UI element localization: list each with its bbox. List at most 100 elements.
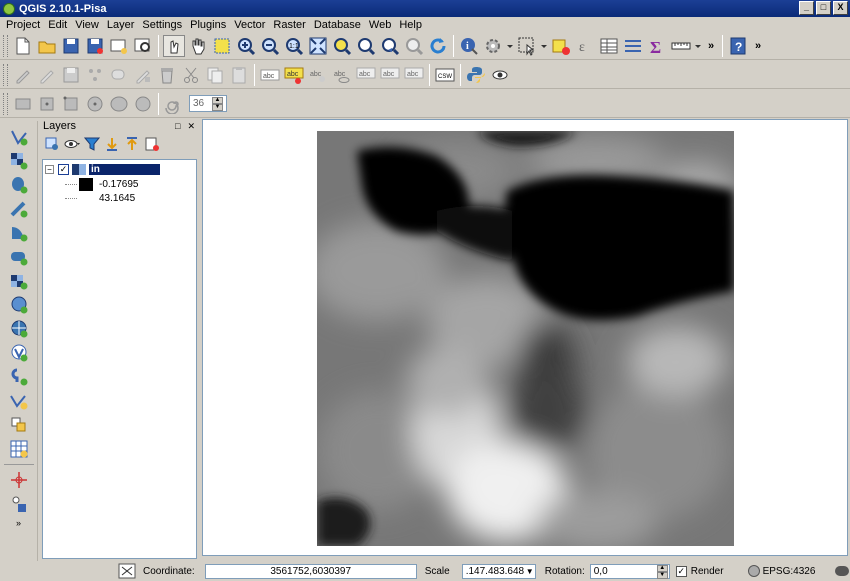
touch-zoom-pan-icon[interactable] bbox=[163, 34, 185, 57]
toolbar-overflow-icon[interactable]: » bbox=[704, 35, 718, 57]
menu-plugins[interactable]: Plugins bbox=[186, 19, 230, 31]
add-delimited-text-icon[interactable] bbox=[8, 342, 30, 364]
expression-select-icon[interactable]: ε bbox=[574, 35, 596, 57]
move-label-icon[interactable]: abc bbox=[355, 64, 377, 86]
new-shapefile-layer-icon[interactable] bbox=[8, 390, 30, 412]
add-ellipse-icon[interactable] bbox=[108, 93, 130, 115]
attribute-table-icon[interactable] bbox=[598, 35, 620, 57]
open-project-icon[interactable] bbox=[36, 35, 58, 57]
add-square-icon[interactable] bbox=[36, 93, 58, 115]
toolbar-expand-icon[interactable]: » bbox=[8, 517, 30, 529]
cut-features-icon[interactable] bbox=[180, 64, 202, 86]
current-edits-icon[interactable] bbox=[12, 64, 34, 86]
select-features-icon[interactable] bbox=[516, 35, 538, 57]
coordinate-field[interactable]: 3561752,6030397 bbox=[204, 563, 417, 579]
zoom-to-selection-icon[interactable] bbox=[331, 35, 353, 57]
collapse-all-icon[interactable] bbox=[123, 135, 141, 153]
new-gpx-layer-icon[interactable] bbox=[8, 438, 30, 460]
map-tips-eye-icon[interactable] bbox=[489, 64, 511, 86]
add-wcs-layer-icon[interactable] bbox=[8, 294, 30, 316]
refresh-icon[interactable] bbox=[427, 35, 449, 57]
new-project-icon[interactable] bbox=[12, 35, 34, 57]
close-button[interactable]: X bbox=[833, 1, 848, 15]
add-mssql-layer-icon[interactable] bbox=[8, 222, 30, 244]
move-feature-icon[interactable] bbox=[108, 64, 130, 86]
messages-icon[interactable] bbox=[118, 563, 136, 579]
georeference-icon[interactable] bbox=[8, 493, 30, 515]
add-oracle-layer-icon[interactable] bbox=[8, 246, 30, 268]
zoom-next-icon[interactable] bbox=[403, 35, 425, 57]
toggle-editing-icon[interactable] bbox=[36, 64, 58, 86]
chevron-down-icon[interactable]: ▼ bbox=[526, 567, 534, 576]
zoom-to-layer-icon[interactable] bbox=[355, 35, 377, 57]
add-wfs-layer-icon[interactable] bbox=[8, 318, 30, 340]
layer-styling-icon[interactable] bbox=[43, 135, 61, 153]
remove-layer-icon[interactable] bbox=[143, 135, 161, 153]
delete-selected-icon[interactable] bbox=[156, 64, 178, 86]
deselect-features-icon[interactable] bbox=[550, 35, 572, 57]
menu-layer[interactable]: Layer bbox=[103, 19, 139, 31]
zoom-native-icon[interactable]: 1:1 bbox=[283, 35, 305, 57]
layer-row[interactable]: − ✓ in bbox=[45, 163, 195, 176]
spin-up-icon[interactable]: ▲ bbox=[212, 97, 223, 104]
add-postgis-layer-icon[interactable] bbox=[8, 174, 30, 196]
new-spatialite-layer-icon[interactable] bbox=[8, 414, 30, 436]
statistical-summary-icon[interactable]: Σ bbox=[646, 35, 668, 57]
metasearch-csw-icon[interactable]: CSW bbox=[434, 64, 456, 86]
action-gear-icon[interactable] bbox=[482, 35, 504, 57]
collapse-toggle-icon[interactable]: − bbox=[45, 165, 54, 174]
layers-tree[interactable]: − ✓ in -0.17695 43.1645 bbox=[42, 159, 197, 559]
toolbar-grip[interactable] bbox=[3, 34, 8, 57]
label-pin-icon[interactable]: abc bbox=[283, 64, 305, 86]
layer-name[interactable]: in bbox=[89, 164, 160, 175]
add-square-corner-icon[interactable] bbox=[60, 93, 82, 115]
python-console-icon[interactable] bbox=[465, 64, 487, 86]
menu-raster[interactable]: Raster bbox=[269, 19, 309, 31]
add-circle-icon[interactable] bbox=[132, 93, 154, 115]
toolbar-grip[interactable] bbox=[3, 63, 8, 86]
maximize-button[interactable]: □ bbox=[816, 1, 831, 15]
float-panel-icon[interactable]: □ bbox=[175, 121, 180, 131]
zoom-in-icon[interactable] bbox=[235, 35, 257, 57]
save-project-icon[interactable] bbox=[60, 35, 82, 57]
copy-features-icon[interactable] bbox=[204, 64, 226, 86]
add-wms-layer-icon[interactable] bbox=[8, 270, 30, 292]
new-print-composer-icon[interactable] bbox=[108, 35, 130, 57]
pan-map-icon[interactable] bbox=[187, 35, 209, 57]
help-icon[interactable]: ? bbox=[727, 35, 749, 57]
add-feature-icon[interactable] bbox=[84, 64, 106, 86]
change-label-icon[interactable]: abc bbox=[403, 64, 425, 86]
menu-help[interactable]: Help bbox=[395, 19, 426, 31]
add-spatialite-layer-icon[interactable] bbox=[8, 198, 30, 220]
menu-view[interactable]: View bbox=[71, 19, 103, 31]
field-calculator-icon[interactable] bbox=[622, 35, 644, 57]
crs-globe-icon[interactable] bbox=[747, 565, 760, 577]
node-tool-icon[interactable] bbox=[132, 64, 154, 86]
save-edits-icon[interactable] bbox=[60, 64, 82, 86]
add-rectangle-icon[interactable] bbox=[12, 93, 34, 115]
zoom-out-icon[interactable] bbox=[259, 35, 281, 57]
toolbar-overflow-icon[interactable]: » bbox=[751, 35, 765, 57]
menu-vector[interactable]: Vector bbox=[230, 19, 269, 31]
identify-features-icon[interactable]: i bbox=[458, 35, 480, 57]
zoom-full-icon[interactable] bbox=[307, 35, 329, 57]
render-checkbox[interactable]: ✓ bbox=[675, 565, 687, 577]
toolbar-grip[interactable] bbox=[3, 92, 8, 115]
menu-project[interactable]: Project bbox=[2, 19, 44, 31]
message-bubble-icon[interactable] bbox=[835, 566, 850, 576]
filter-legend-icon[interactable] bbox=[83, 135, 101, 153]
add-virtual-layer-icon[interactable] bbox=[8, 366, 30, 388]
spin-up-icon[interactable]: ▲ bbox=[656, 564, 668, 572]
dropdown-arrow-icon[interactable] bbox=[540, 35, 548, 57]
measure-line-icon[interactable] bbox=[670, 35, 692, 57]
zoom-last-icon[interactable] bbox=[379, 35, 401, 57]
expand-all-icon[interactable] bbox=[103, 135, 121, 153]
rotate-spiral-icon[interactable] bbox=[163, 93, 185, 115]
menu-web[interactable]: Web bbox=[365, 19, 395, 31]
show-hide-labels-icon[interactable]: abc bbox=[331, 64, 353, 86]
segments-spinbox[interactable]: 36 ▲ ▼ bbox=[189, 95, 227, 112]
save-as-icon[interactable] bbox=[84, 35, 106, 57]
add-circle-center-icon[interactable] bbox=[84, 93, 106, 115]
spin-down-icon[interactable]: ▼ bbox=[212, 104, 223, 111]
crs-label[interactable]: EPSG:4326 bbox=[763, 566, 816, 577]
